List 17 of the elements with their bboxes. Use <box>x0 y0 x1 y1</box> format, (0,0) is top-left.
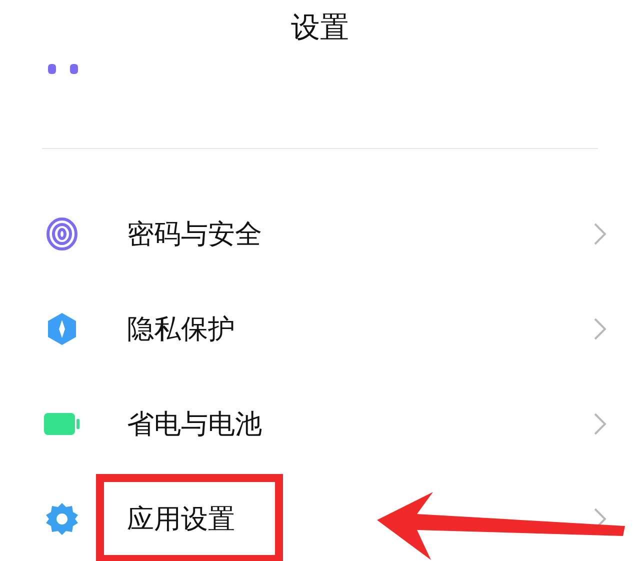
gear-icon <box>45 502 79 536</box>
item-label: 隐私保护 <box>127 312 235 346</box>
fingerprint-icon <box>46 216 78 250</box>
chevron-icon <box>594 412 606 434</box>
chevron-icon <box>594 318 606 340</box>
settings-item[interactable]: 隐私保护 <box>0 281 640 376</box>
settings-item[interactable]: 省电与电池 <box>0 376 640 471</box>
app-icon <box>48 64 78 74</box>
item-label: 应用设置 <box>127 502 235 536</box>
battery-icon <box>44 412 80 434</box>
item-label: 密码与安全 <box>127 218 262 252</box>
item-label: 省电与电池 <box>127 408 262 442</box>
shield-icon <box>46 312 78 346</box>
settings-item[interactable]: 应用设置 <box>0 471 640 561</box>
chevron-icon <box>594 222 606 244</box>
settings-item[interactable]: 密码与安全 <box>0 186 640 281</box>
page-title: 设置 <box>291 9 349 46</box>
